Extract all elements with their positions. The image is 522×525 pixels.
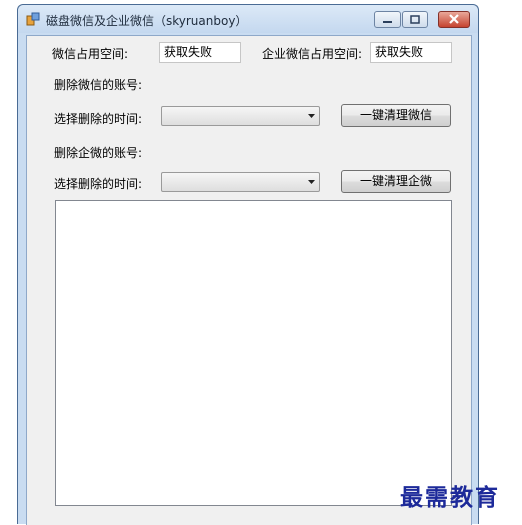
close-button[interactable] <box>438 11 470 28</box>
app-icon <box>26 12 40 26</box>
wechat-time-dropdown[interactable] <box>161 106 320 126</box>
maximize-icon <box>410 15 420 24</box>
watermark-logo: 最需教育 <box>400 484 500 511</box>
clean-work-wechat-button[interactable]: 一键清理企微 <box>341 170 451 193</box>
work-wechat-time-dropdown[interactable] <box>161 172 320 192</box>
minimize-button[interactable] <box>374 11 401 28</box>
work-wechat-space-label: 企业微信占用空间: <box>262 47 363 61</box>
chevron-down-icon <box>308 180 315 184</box>
window-title: 磁盘微信及企业微信（skyruanboy） <box>46 14 248 28</box>
minimize-icon <box>383 21 392 23</box>
wechat-space-label: 微信占用空间: <box>52 47 129 61</box>
wechat-account-label: 删除微信的账号: <box>54 78 143 92</box>
title-bar[interactable]: 磁盘微信及企业微信（skyruanboy） <box>18 5 478 33</box>
app-window: 磁盘微信及企业微信（skyruanboy） 微信占用空间: 获取失败 企业微信占… <box>17 4 479 525</box>
close-icon <box>449 14 459 24</box>
clean-wechat-button[interactable]: 一键清理微信 <box>341 104 451 127</box>
chevron-down-icon <box>308 114 315 118</box>
work-wechat-space-field[interactable]: 获取失败 <box>370 42 452 63</box>
work-wechat-account-label: 删除企微的账号: <box>54 146 143 160</box>
maximize-button[interactable] <box>402 11 428 28</box>
form-client-area: 微信占用空间: 获取失败 企业微信占用空间: 获取失败 删除微信的账号: 选择删… <box>26 35 472 525</box>
work-wechat-time-label: 选择删除的时间: <box>54 177 143 191</box>
wechat-space-field[interactable]: 获取失败 <box>159 42 241 63</box>
output-log-textarea[interactable] <box>55 200 452 506</box>
wechat-time-label: 选择删除的时间: <box>54 112 143 126</box>
